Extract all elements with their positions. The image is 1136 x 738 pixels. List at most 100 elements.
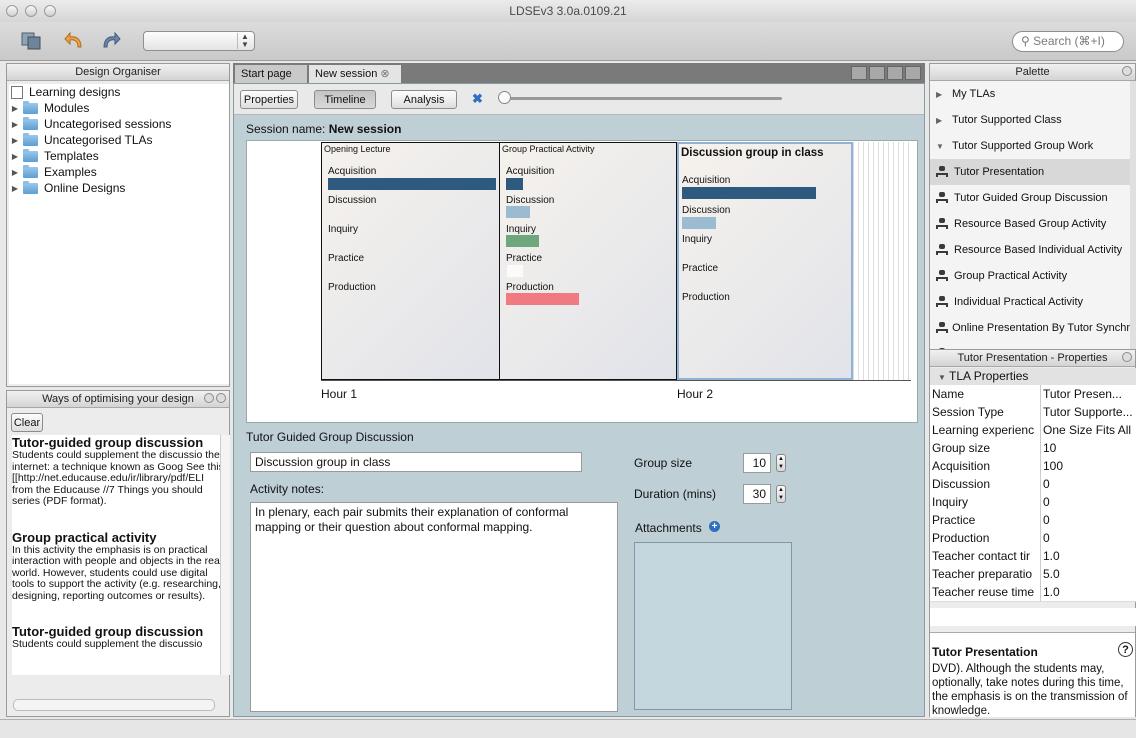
timeline-button[interactable]: Timeline xyxy=(314,90,376,109)
close-tab-icon[interactable]: ⊗ xyxy=(380,68,389,80)
close-x-icon[interactable]: ✖ xyxy=(472,91,483,107)
zoom-slider[interactable] xyxy=(502,97,782,100)
palette-item[interactable]: Resource Based Group Activity xyxy=(930,211,1130,237)
palette-item[interactable]: Tutor Presentation xyxy=(930,159,1130,185)
bar-acquisition xyxy=(682,187,816,199)
expand-arrow-icon: ▶ xyxy=(936,115,943,125)
ways-entry-text: In this activity the emphasis is on prac… xyxy=(12,543,223,602)
status-bar xyxy=(0,719,1136,738)
duration-field[interactable]: 30 xyxy=(743,484,771,504)
expand-arrow-icon[interactable]: ▶ xyxy=(9,152,21,161)
expand-arrow-icon[interactable]: ▶ xyxy=(9,168,21,177)
analysis-button[interactable]: Analysis xyxy=(391,90,457,109)
help-icon[interactable]: ? xyxy=(1118,642,1133,657)
ways-scrollbar[interactable] xyxy=(220,435,230,675)
document-icon xyxy=(11,85,23,99)
group-size-label: Group size xyxy=(634,456,693,470)
minimize-panel-icon[interactable] xyxy=(204,393,214,403)
property-row[interactable]: Session Type Tutor Supporte... xyxy=(930,403,1136,422)
tree-item[interactable]: ▶ Online Designs xyxy=(9,180,229,196)
activity-notes-field[interactable]: In plenary, each pair submits their expl… xyxy=(250,502,618,712)
maximize-editor-icon[interactable] xyxy=(905,66,921,80)
attachments-label: Attachments + xyxy=(635,521,721,535)
bar-discussion xyxy=(682,217,716,229)
tree-item[interactable]: ▶ Templates xyxy=(9,148,229,164)
design-tree: Learning designs ▶ Modules ▶ Uncategorised … xyxy=(9,84,229,384)
bar-discussion xyxy=(506,206,530,218)
palette-group[interactable]: ▼ Tutor Supported Group Work xyxy=(930,133,1130,159)
group-size-field[interactable]: 10 xyxy=(743,453,771,473)
palette-item[interactable]: Resource Based Individual Activity xyxy=(930,237,1130,263)
activity-opening-lecture[interactable]: Opening Lecture Acquisition Discussion I… xyxy=(321,142,499,380)
properties-panel: Tutor Presentation - Properties ▼ TLA Pr… xyxy=(929,349,1136,717)
tab-start-page[interactable]: Start page xyxy=(235,65,307,83)
palette-item[interactable]: Individual Practical Activity xyxy=(930,289,1130,315)
tab-list-icon[interactable] xyxy=(887,66,903,80)
group-size-stepper[interactable]: ▲ ▼ xyxy=(776,454,786,472)
activity-name-field[interactable]: Discussion group in class xyxy=(250,452,582,472)
property-row[interactable]: Acquisition 100 xyxy=(930,457,1136,476)
property-row[interactable]: Production 0 xyxy=(930,529,1136,548)
search-input[interactable]: ⚲ Search (⌘+I) xyxy=(1012,31,1124,52)
tree-item[interactable]: ▶ Modules xyxy=(9,100,229,116)
expand-arrow-icon[interactable]: ▶ xyxy=(9,184,21,193)
tree-root[interactable]: Learning designs xyxy=(9,84,229,100)
expand-arrow-icon[interactable]: ▶ xyxy=(9,120,21,129)
toolbar-combo-box[interactable]: ▲ ▼ xyxy=(143,31,255,51)
property-row[interactable]: Practice 0 xyxy=(930,511,1136,530)
folder-icon xyxy=(23,116,38,130)
properties-button[interactable]: Properties xyxy=(240,90,298,109)
palette-group[interactable]: ▶ Tutor Supported Class xyxy=(930,107,1130,133)
tree-item[interactable]: ▶ Uncategorised sessions xyxy=(9,116,229,132)
property-row[interactable]: Learning experienc One Size Fits All xyxy=(930,421,1136,440)
ways-entry-text: Students could supplement the discussio xyxy=(12,638,203,650)
ways-entry-heading: Tutor-guided group discussion xyxy=(12,624,204,639)
expand-arrow-icon[interactable]: ▶ xyxy=(9,136,21,145)
minimize-panel-icon[interactable] xyxy=(1122,66,1132,76)
session-name: Session name: New session xyxy=(246,122,402,136)
duration-stepper[interactable]: ▲ ▼ xyxy=(776,485,786,503)
ways-horizontal-scrollbar[interactable] xyxy=(13,699,215,711)
property-table-empty xyxy=(930,608,1136,626)
redo-icon[interactable] xyxy=(97,27,123,53)
property-row[interactable]: Teacher contact tir 1.0 xyxy=(930,547,1136,566)
property-row[interactable]: Discussion 0 xyxy=(930,475,1136,494)
palette-item[interactable]: Online Presentation By Tutor Synchr xyxy=(930,315,1130,341)
tree-item[interactable]: ▶ Examples xyxy=(9,164,229,180)
folder-icon xyxy=(23,180,38,194)
tla-properties-section[interactable]: ▼ TLA Properties xyxy=(930,368,1136,385)
property-row[interactable]: Inquiry 0 xyxy=(930,493,1136,512)
tree-item[interactable]: ▶ Uncategorised TLAs xyxy=(9,132,229,148)
expand-arrow-icon[interactable]: ▶ xyxy=(9,104,21,113)
activity-discussion-group[interactable]: Discussion group in class Acquisition Di… xyxy=(677,142,853,380)
undo-icon[interactable] xyxy=(62,27,88,53)
bar-acquisition xyxy=(328,178,496,190)
property-row[interactable]: Group size 10 xyxy=(930,439,1136,458)
save-icon[interactable] xyxy=(18,27,44,53)
add-attachment-icon[interactable]: + xyxy=(709,521,721,532)
scroll-tabs-left-icon[interactable] xyxy=(851,66,867,80)
palette-title: Palette xyxy=(930,64,1135,81)
property-row[interactable]: Name Tutor Presen... xyxy=(930,385,1136,404)
palette-item[interactable]: Online Tutor Guided Group Discussi xyxy=(930,341,1130,349)
attachments-list[interactable] xyxy=(634,542,792,710)
palette-scrollbar[interactable] xyxy=(1130,81,1136,349)
activity-group-practical[interactable]: Group Practical Activity Acquisition Dis… xyxy=(499,142,677,380)
minimize-panel-icon[interactable] xyxy=(1122,352,1132,362)
window-title: LDSEv3 3.0a.0109.21 xyxy=(509,4,627,18)
close-panel-icon[interactable] xyxy=(216,393,226,403)
property-row[interactable]: Teacher reuse time 1.0 xyxy=(930,583,1136,602)
palette-group[interactable]: ▶ My TLAs xyxy=(930,81,1130,107)
palette-item[interactable]: Tutor Guided Group Discussion xyxy=(930,185,1130,211)
tab-new-session[interactable]: New session ⊗ xyxy=(309,65,401,83)
palette-list: ▶ My TLAs ▶ Tutor Supported Class ▼ Tutor Sup… xyxy=(930,81,1130,349)
toolbar: ▲ ▼ ⚲ Search (⌘+I) xyxy=(0,22,1136,61)
scroll-tabs-right-icon[interactable] xyxy=(869,66,885,80)
group-activity-icon xyxy=(936,322,949,334)
property-row[interactable]: Teacher preparatio 5.0 xyxy=(930,565,1136,584)
duration-label: Duration (mins) xyxy=(634,487,717,501)
zoom-slider-thumb[interactable] xyxy=(498,91,511,104)
group-activity-icon xyxy=(936,218,948,230)
palette-item[interactable]: Group Practical Activity xyxy=(930,263,1130,289)
clear-button[interactable]: Clear xyxy=(11,413,43,432)
